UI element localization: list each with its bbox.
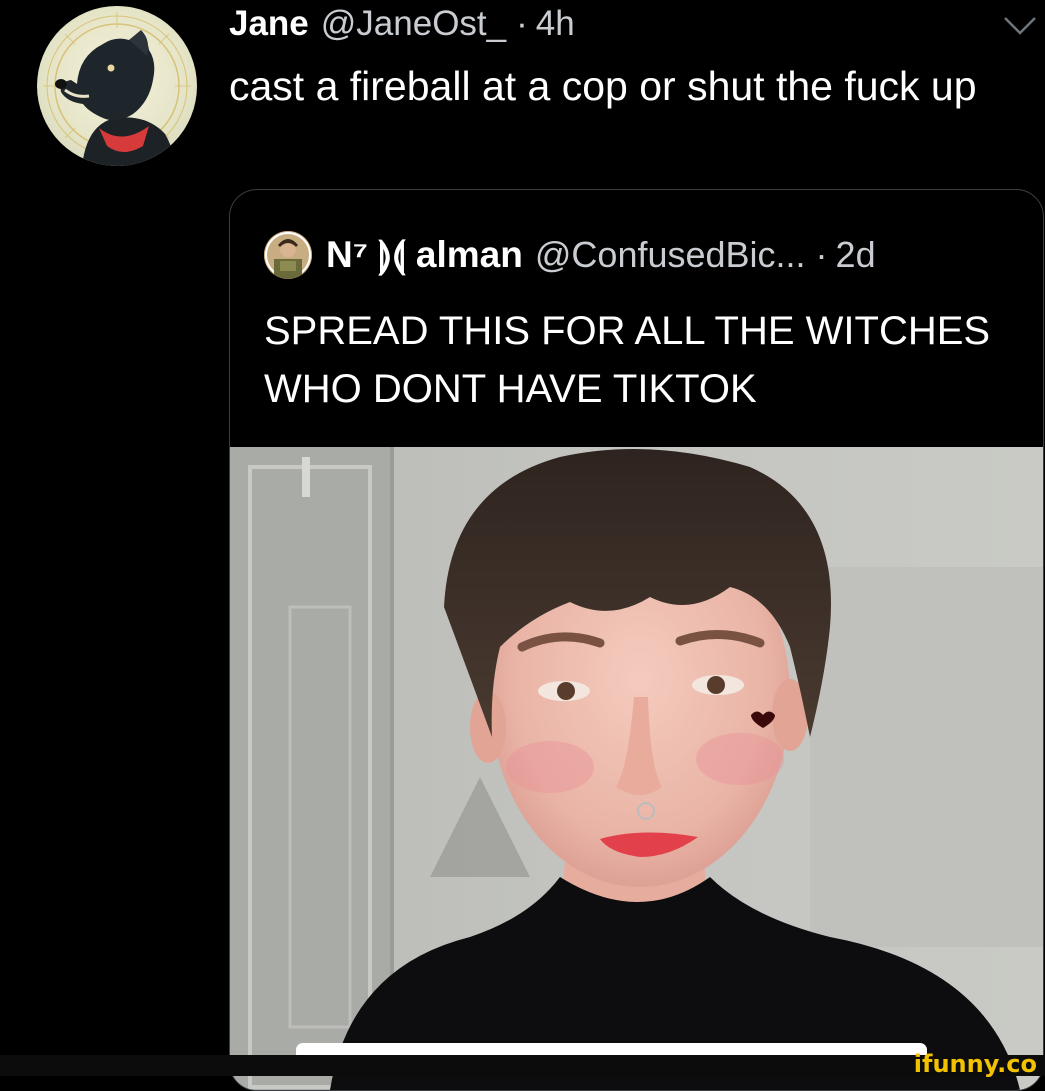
dog-avatar-icon: [43, 12, 191, 166]
quoted-tweet[interactable]: N⁷ ⟭⟬ alman @ConfusedBic... · 2d SPREAD …: [229, 189, 1044, 1091]
quoted-author-handle[interactable]: @ConfusedBic...: [535, 234, 806, 276]
video-thumbnail-portrait: [230, 447, 1043, 1090]
tweet-text: cast a fireball at a cop or shut the fuc…: [229, 63, 977, 109]
tweet-timestamp[interactable]: 4h: [536, 4, 575, 44]
author-handle[interactable]: @JaneOst_: [321, 4, 506, 44]
separator-dot: ·: [815, 234, 828, 275]
chevron-down-icon[interactable]: [1002, 14, 1038, 38]
quoted-author-avatar[interactable]: [264, 231, 312, 279]
footer-bar: [0, 1055, 1045, 1076]
watermark-logo: ifunny.co: [913, 1050, 1037, 1078]
quoted-tweet-header: N⁷ ⟭⟬ alman @ConfusedBic... · 2d: [264, 230, 876, 280]
person-avatar-icon: [264, 231, 312, 279]
author-avatar[interactable]: [37, 6, 197, 166]
quoted-tweet-text: SPREAD THIS FOR ALL THE WITCHES WHO DONT…: [264, 309, 991, 411]
author-name[interactable]: Jane: [229, 4, 309, 44]
separator-dot: ·: [516, 4, 528, 43]
tweet-header: Jane @JaneOst_ · 4h: [229, 4, 575, 48]
quoted-author-name[interactable]: N⁷ ⟭⟬ alman: [326, 234, 523, 277]
tweet[interactable]: Jane @JaneOst_ · 4h cast a fireball at a…: [0, 0, 1045, 1091]
quoted-tweet-timestamp[interactable]: 2d: [836, 234, 876, 276]
quoted-tweet-media[interactable]: [230, 447, 1043, 1090]
